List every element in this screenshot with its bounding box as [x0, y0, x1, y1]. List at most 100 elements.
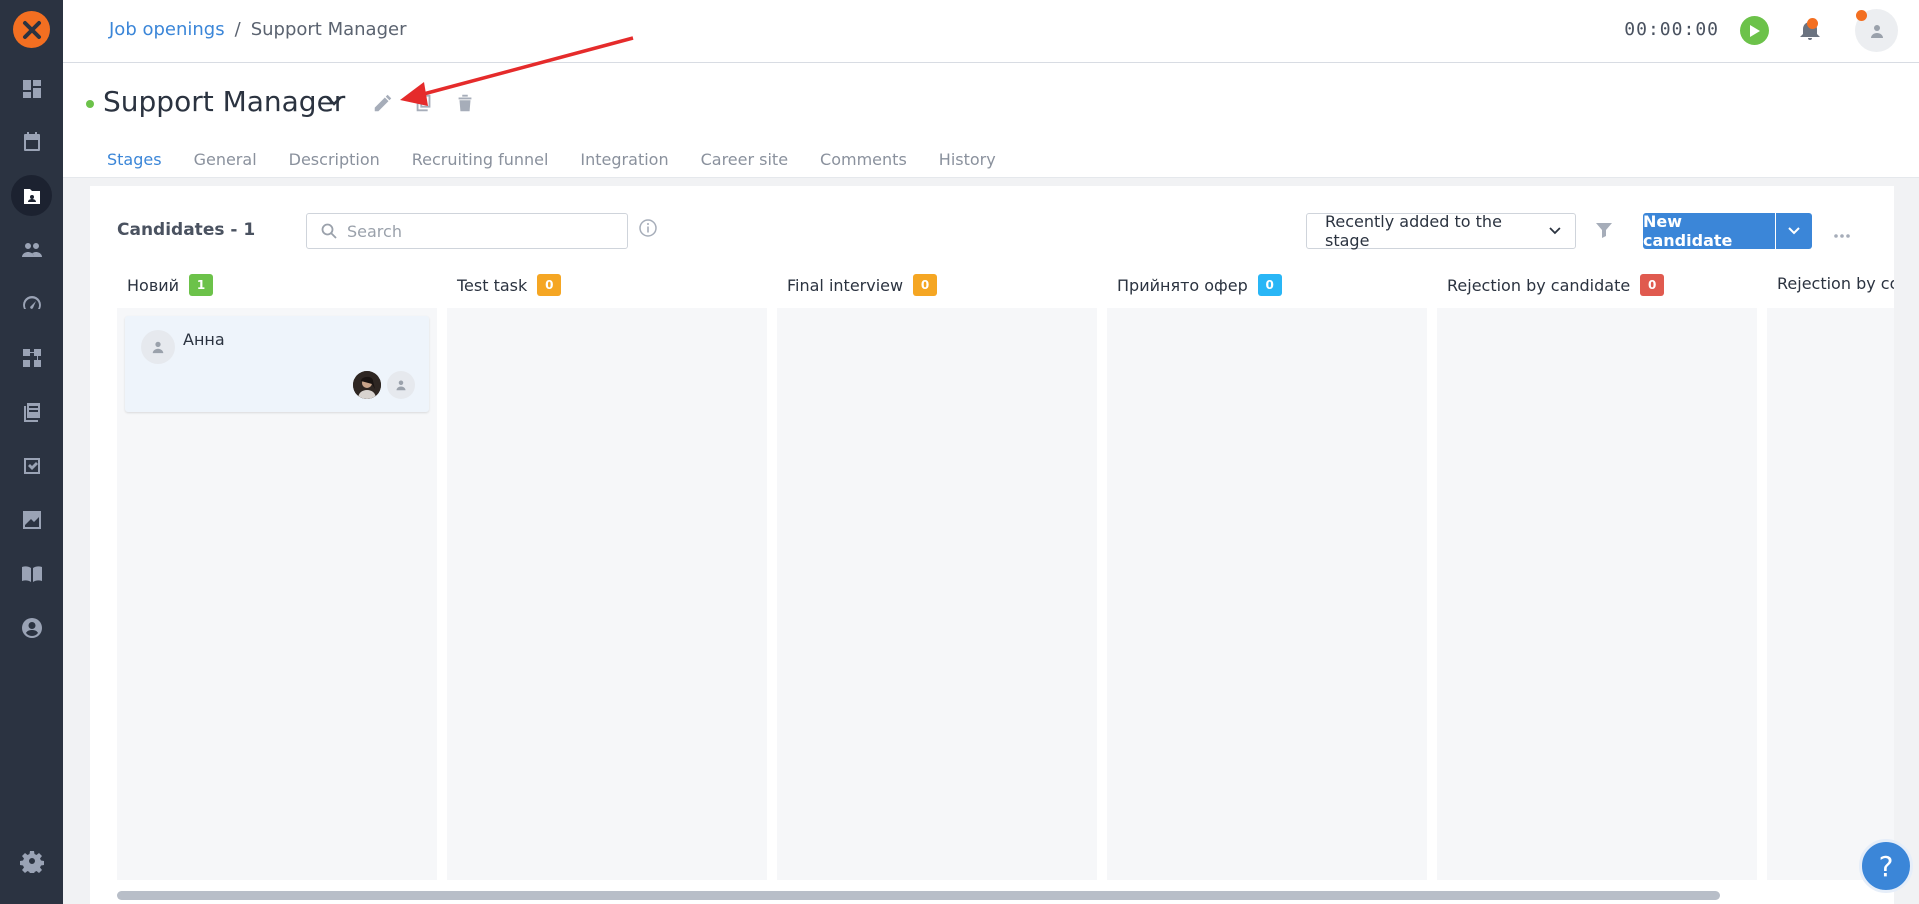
stage-count-badge: 0	[1257, 274, 1282, 296]
person-icon	[1870, 24, 1883, 38]
nav-job-openings[interactable]	[11, 175, 52, 216]
stage-dropzone	[1767, 308, 1894, 880]
job-tabs: Stages General Description Recruiting fu…	[107, 150, 1028, 179]
stage-header: Final interview 0	[787, 274, 938, 296]
chevron-down-icon	[326, 96, 342, 106]
time-tracker: 00:00:00	[1624, 19, 1719, 40]
stage-name: Final interview	[787, 275, 904, 295]
stage-header: Test task 0	[457, 274, 562, 296]
job-status-dot	[86, 100, 94, 108]
new-candidate-button[interactable]: New candidate	[1643, 212, 1775, 250]
search-input[interactable]	[347, 221, 607, 241]
breadcrumb-separator: /	[234, 19, 241, 40]
filter-icon	[1596, 223, 1612, 238]
stage-name: Rejection by candidate	[1447, 275, 1631, 295]
help-button[interactable]: ?	[1859, 839, 1913, 893]
library-icon	[23, 402, 40, 422]
nav-library[interactable]	[11, 391, 52, 432]
tab-description[interactable]: Description	[289, 150, 380, 179]
tab-career-site[interactable]: Career site	[701, 150, 788, 179]
stage-header: Прийнято офер 0	[1117, 274, 1282, 296]
candidate-avatar	[141, 330, 175, 364]
breadcrumb: Job openings / Support Manager	[109, 19, 406, 40]
stage-name: Test task	[457, 275, 528, 295]
workflow-icon	[22, 348, 41, 367]
tasks-icon	[23, 457, 40, 474]
stage-column: Новий 1 Анна	[117, 270, 437, 880]
nav-candidates[interactable]	[11, 229, 52, 270]
person-icon	[396, 380, 406, 391]
stage-count-badge: 0	[537, 274, 562, 296]
nav-reports[interactable]	[11, 499, 52, 540]
horizontal-scrollbar[interactable]	[117, 891, 1720, 900]
sort-select[interactable]: Recently added to the stage	[1306, 212, 1576, 250]
chevron-down-icon	[1788, 227, 1800, 235]
assign-user-button[interactable]	[387, 371, 415, 399]
stage-count-badge: 1	[189, 274, 214, 296]
tab-general[interactable]: General	[194, 150, 257, 179]
book-icon	[21, 565, 42, 582]
dashboard-icon	[22, 79, 41, 98]
job-title-dropdown[interactable]	[325, 92, 343, 111]
search-icon	[321, 223, 337, 239]
stage-header: Rejection by candidate 0	[1447, 274, 1665, 296]
stage-count-badge: 0	[1640, 274, 1665, 296]
stage-column: Прийнято офер 0	[1107, 270, 1427, 880]
nav-profile[interactable]	[11, 607, 52, 648]
stage-dropzone	[1107, 308, 1427, 880]
sort-select-value: Recently added to the stage	[1325, 212, 1502, 250]
info-icon	[639, 219, 657, 237]
nav-knowledge[interactable]	[11, 553, 52, 594]
tab-comments[interactable]: Comments	[820, 150, 907, 179]
search-info-button[interactable]	[638, 218, 658, 242]
stage-column: Test task 0	[447, 270, 767, 880]
people-icon	[21, 242, 42, 257]
candidate-name: Анна	[183, 330, 225, 349]
nav-workflow[interactable]	[11, 337, 52, 378]
stage-dropzone	[1437, 308, 1757, 880]
nav-settings[interactable]	[11, 840, 52, 881]
stage-column: Rejection by com	[1767, 270, 1894, 880]
stage-header: Новий 1	[127, 274, 214, 296]
chart-icon	[22, 510, 41, 529]
user-status-indicator	[1856, 10, 1867, 21]
candidate-card[interactable]: Анна	[125, 316, 429, 412]
stages-board: Новий 1 Анна Test task 0 Final interview	[117, 270, 1894, 880]
nav-tasks[interactable]	[11, 445, 52, 486]
tab-history[interactable]: History	[939, 150, 996, 179]
sidebar	[0, 0, 63, 904]
tab-recruiting-funnel[interactable]: Recruiting funnel	[412, 150, 549, 179]
app-logo[interactable]	[13, 11, 50, 48]
job-title: Support Manager	[103, 85, 346, 118]
top-bar: Job openings / Support Manager 00:00:00	[63, 0, 1919, 63]
nav-dashboard-speed[interactable]	[11, 283, 52, 324]
search-box[interactable]	[306, 213, 628, 249]
help-icon: ?	[1878, 849, 1894, 883]
new-candidate-dropdown[interactable]	[1776, 213, 1812, 249]
nav-calendar[interactable]	[11, 121, 52, 162]
breadcrumb-job-openings[interactable]: Job openings	[109, 19, 225, 40]
more-options-button[interactable]	[1833, 220, 1851, 244]
tab-integration[interactable]: Integration	[580, 150, 668, 179]
annotation-arrow	[400, 36, 634, 106]
timer-start-button[interactable]	[1740, 16, 1769, 45]
recruiter-photo-image	[353, 371, 381, 399]
stage-name: Прийнято офер	[1117, 275, 1248, 295]
play-icon	[1749, 24, 1760, 37]
stage-dropzone	[777, 308, 1097, 880]
stage-count-badge: 0	[913, 274, 938, 296]
person-icon	[152, 341, 164, 354]
recruiter-photo[interactable]	[353, 371, 381, 399]
tab-stages[interactable]: Stages	[107, 150, 162, 179]
stage-header: Rejection by com	[1777, 274, 1894, 293]
stage-name: Rejection by com	[1777, 274, 1894, 293]
notification-indicator	[1807, 18, 1818, 29]
breadcrumb-current: Support Manager	[250, 19, 407, 40]
user-circle-icon	[21, 617, 42, 638]
stage-column: Rejection by candidate 0	[1437, 270, 1757, 880]
filter-button[interactable]	[1594, 220, 1614, 244]
stage-dropzone	[447, 308, 767, 880]
nav-dashboard[interactable]	[11, 68, 52, 109]
gear-icon	[19, 850, 44, 873]
gauge-icon	[22, 295, 41, 309]
